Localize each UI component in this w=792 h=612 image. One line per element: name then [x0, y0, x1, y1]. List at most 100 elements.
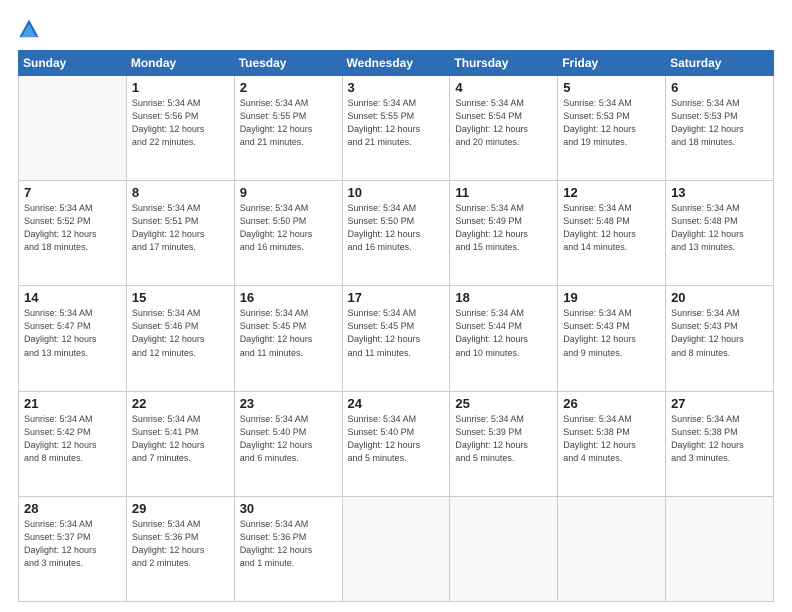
day-info: Sunrise: 5:34 AM Sunset: 5:45 PM Dayligh…: [240, 307, 337, 359]
calendar-header-row: SundayMondayTuesdayWednesdayThursdayFrid…: [19, 51, 774, 76]
calendar-cell: 14 Sunrise: 5:34 AM Sunset: 5:47 PM Dayli…: [19, 286, 127, 391]
calendar-cell: 8 Sunrise: 5:34 AM Sunset: 5:51 PM Daylig…: [126, 181, 234, 286]
day-info: Sunrise: 5:34 AM Sunset: 5:39 PM Dayligh…: [455, 413, 552, 465]
calendar-cell: 2 Sunrise: 5:34 AM Sunset: 5:55 PM Daylig…: [234, 76, 342, 181]
day-info: Sunrise: 5:34 AM Sunset: 5:53 PM Dayligh…: [563, 97, 660, 149]
day-number: 24: [348, 396, 445, 411]
day-number: 3: [348, 80, 445, 95]
day-info: Sunrise: 5:34 AM Sunset: 5:43 PM Dayligh…: [671, 307, 768, 359]
day-info: Sunrise: 5:34 AM Sunset: 5:43 PM Dayligh…: [563, 307, 660, 359]
day-info: Sunrise: 5:34 AM Sunset: 5:46 PM Dayligh…: [132, 307, 229, 359]
day-number: 6: [671, 80, 768, 95]
calendar-table: SundayMondayTuesdayWednesdayThursdayFrid…: [18, 50, 774, 602]
header: [18, 18, 774, 40]
day-number: 13: [671, 185, 768, 200]
day-info: Sunrise: 5:34 AM Sunset: 5:36 PM Dayligh…: [240, 518, 337, 570]
calendar-cell: [666, 496, 774, 601]
day-number: 25: [455, 396, 552, 411]
day-info: Sunrise: 5:34 AM Sunset: 5:54 PM Dayligh…: [455, 97, 552, 149]
day-number: 10: [348, 185, 445, 200]
calendar-weekday-tuesday: Tuesday: [234, 51, 342, 76]
day-info: Sunrise: 5:34 AM Sunset: 5:48 PM Dayligh…: [671, 202, 768, 254]
calendar-cell: 6 Sunrise: 5:34 AM Sunset: 5:53 PM Daylig…: [666, 76, 774, 181]
day-info: Sunrise: 5:34 AM Sunset: 5:37 PM Dayligh…: [24, 518, 121, 570]
calendar-cell: 11Sunrise: 5:34 AM Sunset: 5:49 PM Dayli…: [450, 181, 558, 286]
day-info: Sunrise: 5:34 AM Sunset: 5:47 PM Dayligh…: [24, 307, 121, 359]
calendar-weekday-sunday: Sunday: [19, 51, 127, 76]
day-number: 9: [240, 185, 337, 200]
day-number: 26: [563, 396, 660, 411]
calendar-cell: [19, 76, 127, 181]
calendar-cell: 24 Sunrise: 5:34 AM Sunset: 5:40 PM Dayli…: [342, 391, 450, 496]
day-number: 28: [24, 501, 121, 516]
day-number: 7: [24, 185, 121, 200]
day-info: Sunrise: 5:34 AM Sunset: 5:38 PM Dayligh…: [671, 413, 768, 465]
calendar-cell: 7 Sunrise: 5:34 AM Sunset: 5:52 PM Daylig…: [19, 181, 127, 286]
day-number: 5: [563, 80, 660, 95]
calendar-week-row: 1 Sunrise: 5:34 AM Sunset: 5:56 PM Daylig…: [19, 76, 774, 181]
day-number: 29: [132, 501, 229, 516]
calendar-cell: 9Sunrise: 5:34 AM Sunset: 5:50 PM Daylig…: [234, 181, 342, 286]
day-info: Sunrise: 5:34 AM Sunset: 5:42 PM Dayligh…: [24, 413, 121, 465]
calendar-cell: 25 Sunrise: 5:34 AM Sunset: 5:39 PM Dayli…: [450, 391, 558, 496]
calendar-cell: 28 Sunrise: 5:34 AM Sunset: 5:37 PM Dayli…: [19, 496, 127, 601]
day-number: 4: [455, 80, 552, 95]
day-number: 15: [132, 290, 229, 305]
calendar-week-row: 28 Sunrise: 5:34 AM Sunset: 5:37 PM Dayli…: [19, 496, 774, 601]
day-number: 19: [563, 290, 660, 305]
day-info: Sunrise: 5:34 AM Sunset: 5:41 PM Dayligh…: [132, 413, 229, 465]
calendar-cell: 21 Sunrise: 5:34 AM Sunset: 5:42 PM Dayli…: [19, 391, 127, 496]
day-number: 27: [671, 396, 768, 411]
calendar-weekday-saturday: Saturday: [666, 51, 774, 76]
day-number: 16: [240, 290, 337, 305]
day-number: 20: [671, 290, 768, 305]
day-info: Sunrise: 5:34 AM Sunset: 5:55 PM Dayligh…: [240, 97, 337, 149]
calendar-cell: 29 Sunrise: 5:34 AM Sunset: 5:36 PM Dayli…: [126, 496, 234, 601]
calendar-cell: [342, 496, 450, 601]
day-info: Sunrise: 5:34 AM Sunset: 5:36 PM Dayligh…: [132, 518, 229, 570]
day-number: 2: [240, 80, 337, 95]
calendar-cell: 18Sunrise: 5:34 AM Sunset: 5:44 PM Dayli…: [450, 286, 558, 391]
day-info: Sunrise: 5:34 AM Sunset: 5:52 PM Dayligh…: [24, 202, 121, 254]
day-number: 30: [240, 501, 337, 516]
day-number: 21: [24, 396, 121, 411]
day-info: Sunrise: 5:34 AM Sunset: 5:55 PM Dayligh…: [348, 97, 445, 149]
day-info: Sunrise: 5:34 AM Sunset: 5:50 PM Dayligh…: [348, 202, 445, 254]
calendar-cell: 10 Sunrise: 5:34 AM Sunset: 5:50 PM Dayli…: [342, 181, 450, 286]
calendar-weekday-thursday: Thursday: [450, 51, 558, 76]
calendar-weekday-friday: Friday: [558, 51, 666, 76]
calendar-week-row: 7 Sunrise: 5:34 AM Sunset: 5:52 PM Daylig…: [19, 181, 774, 286]
calendar-week-row: 21 Sunrise: 5:34 AM Sunset: 5:42 PM Dayli…: [19, 391, 774, 496]
logo: [18, 18, 44, 40]
calendar-cell: 5 Sunrise: 5:34 AM Sunset: 5:53 PM Daylig…: [558, 76, 666, 181]
calendar-cell: 4 Sunrise: 5:34 AM Sunset: 5:54 PM Daylig…: [450, 76, 558, 181]
day-info: Sunrise: 5:34 AM Sunset: 5:51 PM Dayligh…: [132, 202, 229, 254]
day-info: Sunrise: 5:34 AM Sunset: 5:53 PM Dayligh…: [671, 97, 768, 149]
day-info: Sunrise: 5:34 AM Sunset: 5:48 PM Dayligh…: [563, 202, 660, 254]
day-number: 1: [132, 80, 229, 95]
day-number: 22: [132, 396, 229, 411]
day-info: Sunrise: 5:34 AM Sunset: 5:40 PM Dayligh…: [348, 413, 445, 465]
calendar-cell: 19 Sunrise: 5:34 AM Sunset: 5:43 PM Dayli…: [558, 286, 666, 391]
calendar-weekday-wednesday: Wednesday: [342, 51, 450, 76]
day-info: Sunrise: 5:34 AM Sunset: 5:56 PM Dayligh…: [132, 97, 229, 149]
day-number: 23: [240, 396, 337, 411]
calendar-cell: 13 Sunrise: 5:34 AM Sunset: 5:48 PM Dayli…: [666, 181, 774, 286]
day-info: Sunrise: 5:34 AM Sunset: 5:44 PM Dayligh…: [455, 307, 552, 359]
calendar-cell: 17Sunrise: 5:34 AM Sunset: 5:45 PM Dayli…: [342, 286, 450, 391]
calendar-week-row: 14 Sunrise: 5:34 AM Sunset: 5:47 PM Dayli…: [19, 286, 774, 391]
calendar-cell: 12Sunrise: 5:34 AM Sunset: 5:48 PM Dayli…: [558, 181, 666, 286]
calendar-cell: 15 Sunrise: 5:34 AM Sunset: 5:46 PM Dayli…: [126, 286, 234, 391]
day-info: Sunrise: 5:34 AM Sunset: 5:49 PM Dayligh…: [455, 202, 552, 254]
day-number: 8: [132, 185, 229, 200]
calendar-cell: 23 Sunrise: 5:34 AM Sunset: 5:40 PM Dayli…: [234, 391, 342, 496]
logo-icon: [18, 18, 40, 40]
day-info: Sunrise: 5:34 AM Sunset: 5:38 PM Dayligh…: [563, 413, 660, 465]
page: SundayMondayTuesdayWednesdayThursdayFrid…: [0, 0, 792, 612]
calendar-cell: 16 Sunrise: 5:34 AM Sunset: 5:45 PM Dayli…: [234, 286, 342, 391]
day-number: 14: [24, 290, 121, 305]
day-info: Sunrise: 5:34 AM Sunset: 5:45 PM Dayligh…: [348, 307, 445, 359]
calendar-weekday-monday: Monday: [126, 51, 234, 76]
day-info: Sunrise: 5:34 AM Sunset: 5:40 PM Dayligh…: [240, 413, 337, 465]
calendar-cell: 20 Sunrise: 5:34 AM Sunset: 5:43 PM Dayli…: [666, 286, 774, 391]
